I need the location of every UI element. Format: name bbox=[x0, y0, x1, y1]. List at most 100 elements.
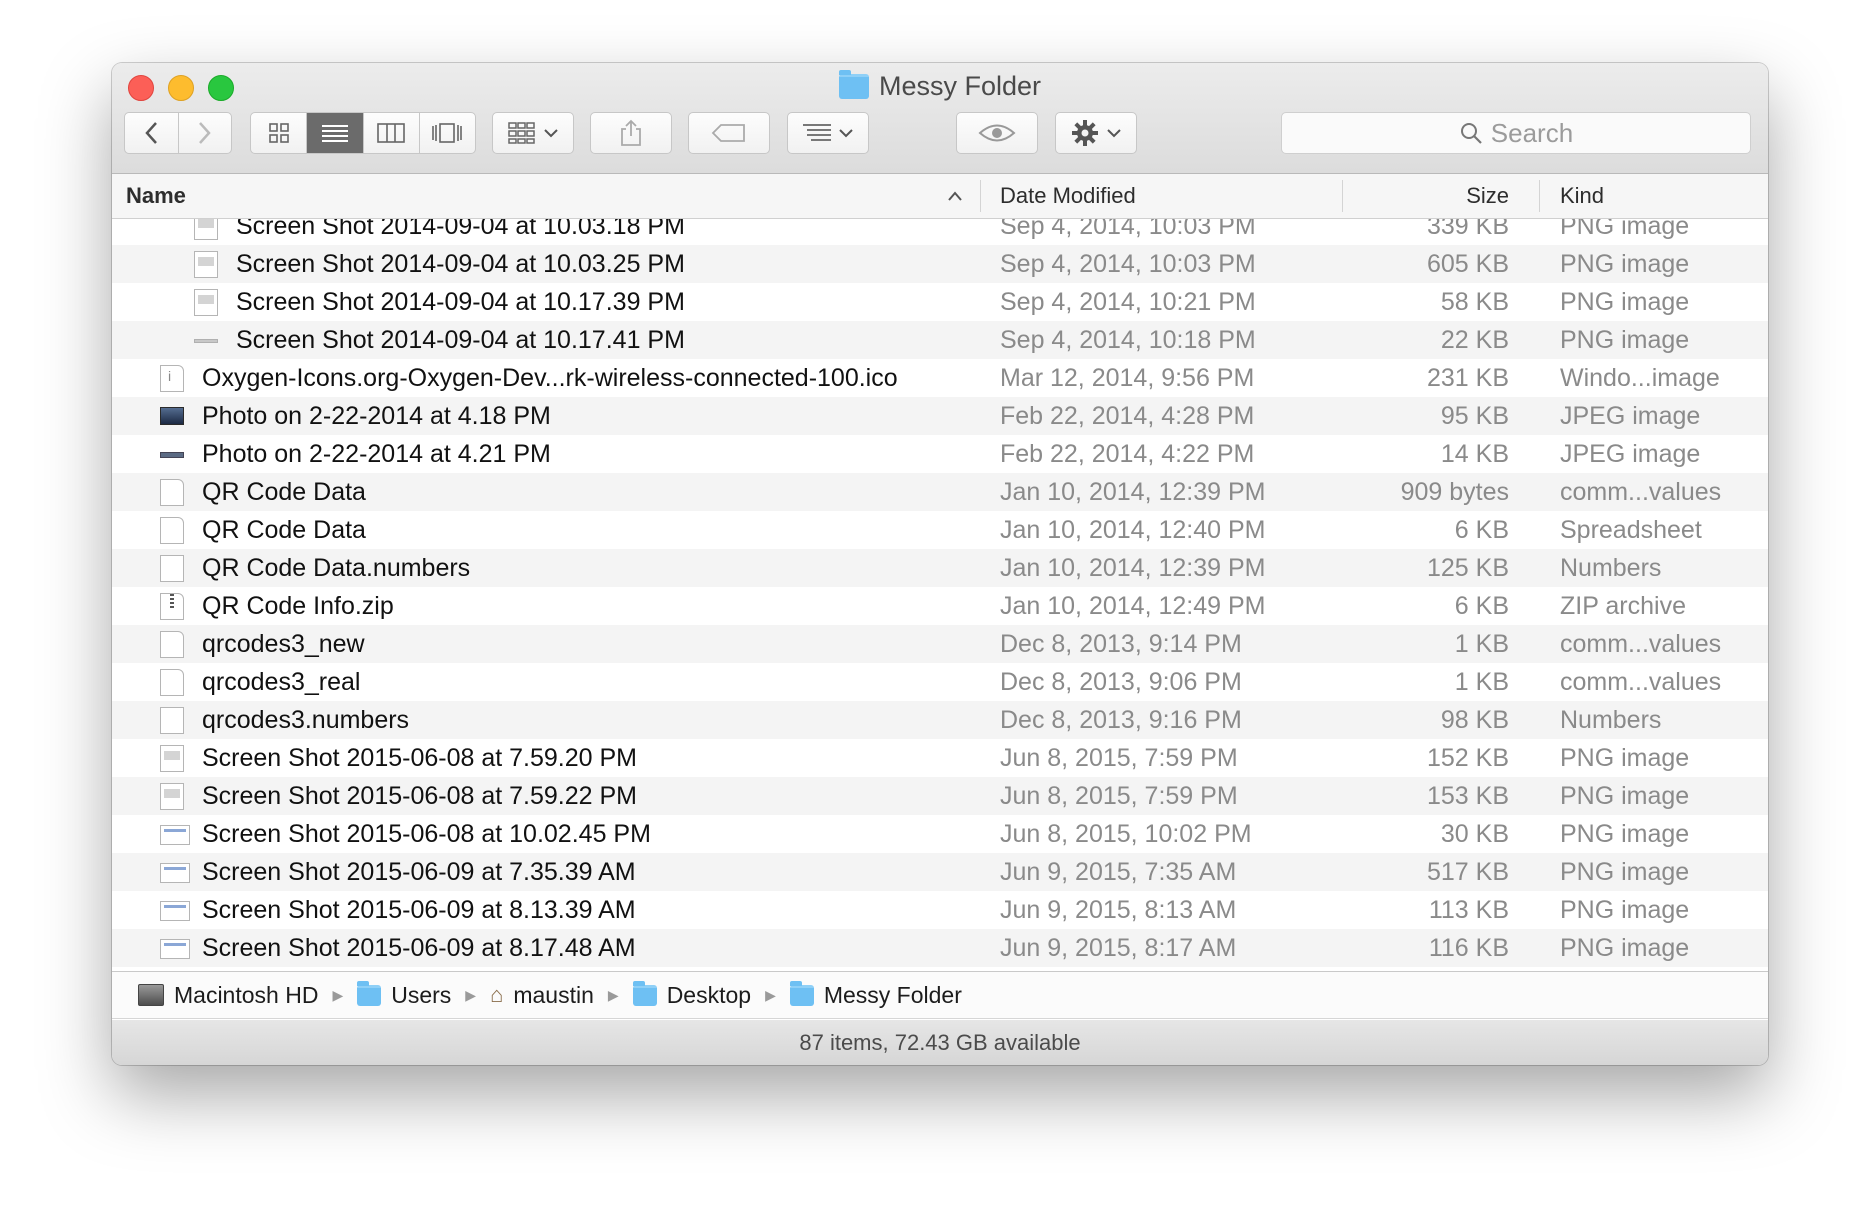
file-name: QR Code Data bbox=[202, 516, 366, 544]
chevron-down-icon bbox=[544, 129, 558, 138]
file-name: Screen Shot 2014-09-04 at 10.17.41 PM bbox=[236, 326, 685, 354]
table-row[interactable]: Screen Shot 2015-06-09 at 7.35.39 AM Jun … bbox=[112, 853, 1768, 891]
file-size: 152 KB bbox=[1426, 744, 1509, 772]
file-size: 1 KB bbox=[1454, 668, 1509, 696]
file-name: qrcodes3.numbers bbox=[202, 706, 410, 734]
date-modified: Jan 10, 2014, 12:49 PM bbox=[1000, 592, 1266, 620]
date-modified: Sep 4, 2014, 10:03 PM bbox=[1000, 219, 1256, 240]
view-options-button[interactable] bbox=[787, 112, 869, 154]
file-name: QR Code Data bbox=[202, 478, 366, 506]
view-mode-control bbox=[250, 112, 476, 154]
status-bar: 87 items, 72.43 GB available bbox=[112, 1020, 1768, 1065]
column-header-size[interactable]: Size bbox=[1466, 174, 1509, 218]
file-kind: PNG image bbox=[1560, 219, 1690, 240]
path-item-desktop[interactable]: Desktop bbox=[632, 980, 751, 1009]
file-name: Screen Shot 2015-06-09 at 7.35.39 AM bbox=[202, 858, 636, 886]
file-name: Screen Shot 2015-06-08 at 7.59.20 PM bbox=[202, 744, 638, 772]
table-row[interactable]: qrcodes3_real Dec 8, 2013, 9:06 PM 1 KB com… bbox=[112, 663, 1768, 701]
file-size: 909 bytes bbox=[1400, 478, 1509, 506]
file-kind: PNG image bbox=[1560, 288, 1690, 316]
file-size: 605 KB bbox=[1426, 250, 1509, 278]
table-row[interactable]: Screen Shot 2015-06-09 at 8.13.39 AM Jun … bbox=[112, 891, 1768, 929]
path-item-messy-folder[interactable]: Messy Folder bbox=[789, 980, 962, 1009]
date-modified: Jun 9, 2015, 7:35 AM bbox=[1000, 858, 1237, 886]
table-row[interactable]: Screen Shot 2014-09-04 at 10.17.39 PM Sep… bbox=[112, 283, 1768, 321]
table-row[interactable]: Screen Shot 2015-06-09 at 8.17.48 AM Jun … bbox=[112, 929, 1768, 967]
photo-icon bbox=[160, 407, 184, 425]
column-header-kind[interactable]: Kind bbox=[1560, 174, 1604, 218]
file-name: Screen Shot 2015-06-09 at 8.17.48 AM bbox=[202, 934, 636, 962]
image-file-icon bbox=[194, 251, 218, 278]
file-kind: Spreadsheet bbox=[1560, 516, 1702, 544]
date-modified: Feb 22, 2014, 4:22 PM bbox=[1000, 440, 1255, 468]
table-row[interactable]: Screen Shot 2015-06-08 at 7.59.20 PM Jun … bbox=[112, 739, 1768, 777]
arrange-button[interactable] bbox=[492, 112, 574, 154]
image-wide-icon bbox=[160, 863, 190, 883]
column-view-button[interactable] bbox=[364, 113, 420, 153]
quick-look-button[interactable] bbox=[956, 112, 1038, 154]
column-divider[interactable] bbox=[980, 180, 981, 212]
column-divider[interactable] bbox=[1342, 180, 1343, 212]
grid-icon bbox=[268, 123, 289, 143]
table-row[interactable]: qrcodes3_new Dec 8, 2013, 9:14 PM 1 KB comm… bbox=[112, 625, 1768, 663]
path-item-label: Messy Folder bbox=[823, 981, 962, 1008]
path-separator-icon: ▶ bbox=[765, 986, 776, 1003]
action-button[interactable] bbox=[1055, 112, 1137, 154]
file-kind: PNG image bbox=[1560, 820, 1690, 848]
table-row[interactable]: Screen Shot 2014-09-04 at 10.17.41 PM Sep… bbox=[112, 321, 1768, 359]
table-row[interactable]: Screen Shot 2015-06-08 at 10.02.45 PM Jun… bbox=[112, 815, 1768, 853]
tags-button[interactable] bbox=[688, 112, 770, 154]
date-modified: Jun 8, 2015, 7:59 PM bbox=[1000, 782, 1238, 810]
numbers-file-icon bbox=[160, 555, 184, 582]
table-row[interactable]: Screen Shot 2014-09-04 at 10.03.25 PM Sep… bbox=[112, 245, 1768, 283]
column-header-name[interactable]: Name bbox=[126, 174, 186, 218]
forward-button[interactable] bbox=[179, 113, 232, 153]
home-icon: ⌂ bbox=[490, 982, 504, 1007]
table-row[interactable]: QR Code Data Jan 10, 2014, 12:39 PM 909 by… bbox=[112, 473, 1768, 511]
file-name: Screen Shot 2014-09-04 at 10.03.18 PM bbox=[236, 219, 685, 240]
image-file-icon bbox=[160, 745, 184, 772]
date-modified: Dec 8, 2013, 9:14 PM bbox=[1000, 630, 1242, 658]
share-icon bbox=[621, 119, 641, 146]
path-separator-icon: ▶ bbox=[465, 986, 477, 1003]
table-row[interactable]: QR Code Data Jan 10, 2014, 12:40 PM 6 KB Sp… bbox=[112, 511, 1768, 549]
file-size: 125 KB bbox=[1426, 554, 1509, 582]
cover-flow-view-button[interactable] bbox=[420, 113, 475, 153]
share-button[interactable] bbox=[590, 112, 672, 154]
path-item-users[interactable]: Users bbox=[357, 980, 452, 1009]
table-row[interactable]: QR Code Info.zip Jan 10, 2014, 12:49 PM 6 … bbox=[112, 587, 1768, 625]
icon-view-button[interactable] bbox=[251, 113, 308, 153]
file-kind: comm...values bbox=[1560, 668, 1722, 696]
date-modified: Jun 8, 2015, 10:02 PM bbox=[1000, 820, 1252, 848]
path-item-macintosh-hd[interactable]: Macintosh HD bbox=[138, 982, 318, 1009]
search-input[interactable]: Search bbox=[1281, 112, 1751, 154]
image-wide-icon bbox=[160, 901, 190, 921]
table-row[interactable]: Oxygen-Icons.org-Oxygen-Dev...rk-wireles… bbox=[112, 357, 1768, 397]
document-icon bbox=[160, 479, 184, 506]
column-header-date[interactable]: Date Modified bbox=[1000, 174, 1136, 218]
chevron-down-icon bbox=[839, 129, 853, 138]
table-row[interactable]: Screen Shot 2015-06-08 at 7.59.22 PM Jun … bbox=[112, 777, 1768, 815]
file-kind: PNG image bbox=[1560, 858, 1690, 886]
chevron-down-icon bbox=[1107, 129, 1121, 138]
table-row[interactable]: QR Code Data.numbers Jan 10, 2014, 12:39 … bbox=[112, 549, 1768, 587]
file-name: Screen Shot 2014-09-04 at 10.17.39 PM bbox=[236, 288, 685, 316]
chevron-left-icon bbox=[145, 122, 158, 144]
file-kind: PNG image bbox=[1560, 250, 1690, 278]
table-row[interactable]: Screen Shot 2014-09-04 at 10.03.18 PM Sep… bbox=[112, 219, 1768, 245]
table-row[interactable]: Photo on 2-22-2014 at 4.18 PM Feb 22, 201… bbox=[112, 397, 1768, 435]
file-size: 116 KB bbox=[1428, 934, 1509, 962]
file-name: Screen Shot 2015-06-08 at 10.02.45 PM bbox=[202, 820, 651, 848]
table-row[interactable]: Photo on 2-22-2014 at 4.21 PM Feb 22, 201… bbox=[112, 435, 1768, 473]
file-size: 14 KB bbox=[1440, 440, 1509, 468]
date-modified: Dec 8, 2013, 9:16 PM bbox=[1000, 706, 1242, 734]
column-divider[interactable] bbox=[1539, 180, 1540, 212]
path-item-maustin[interactable]: ⌂ maustin bbox=[490, 982, 594, 1009]
file-name: QR Code Info.zip bbox=[202, 592, 394, 620]
back-button[interactable] bbox=[125, 113, 179, 153]
file-name: qrcodes3_real bbox=[202, 668, 361, 696]
list-view-button[interactable] bbox=[307, 113, 364, 153]
chevron-right-icon bbox=[198, 122, 211, 144]
path-item-label: Users bbox=[391, 981, 452, 1008]
table-row[interactable]: qrcodes3.numbers Dec 8, 2013, 9:16 PM 98 K… bbox=[112, 701, 1768, 739]
